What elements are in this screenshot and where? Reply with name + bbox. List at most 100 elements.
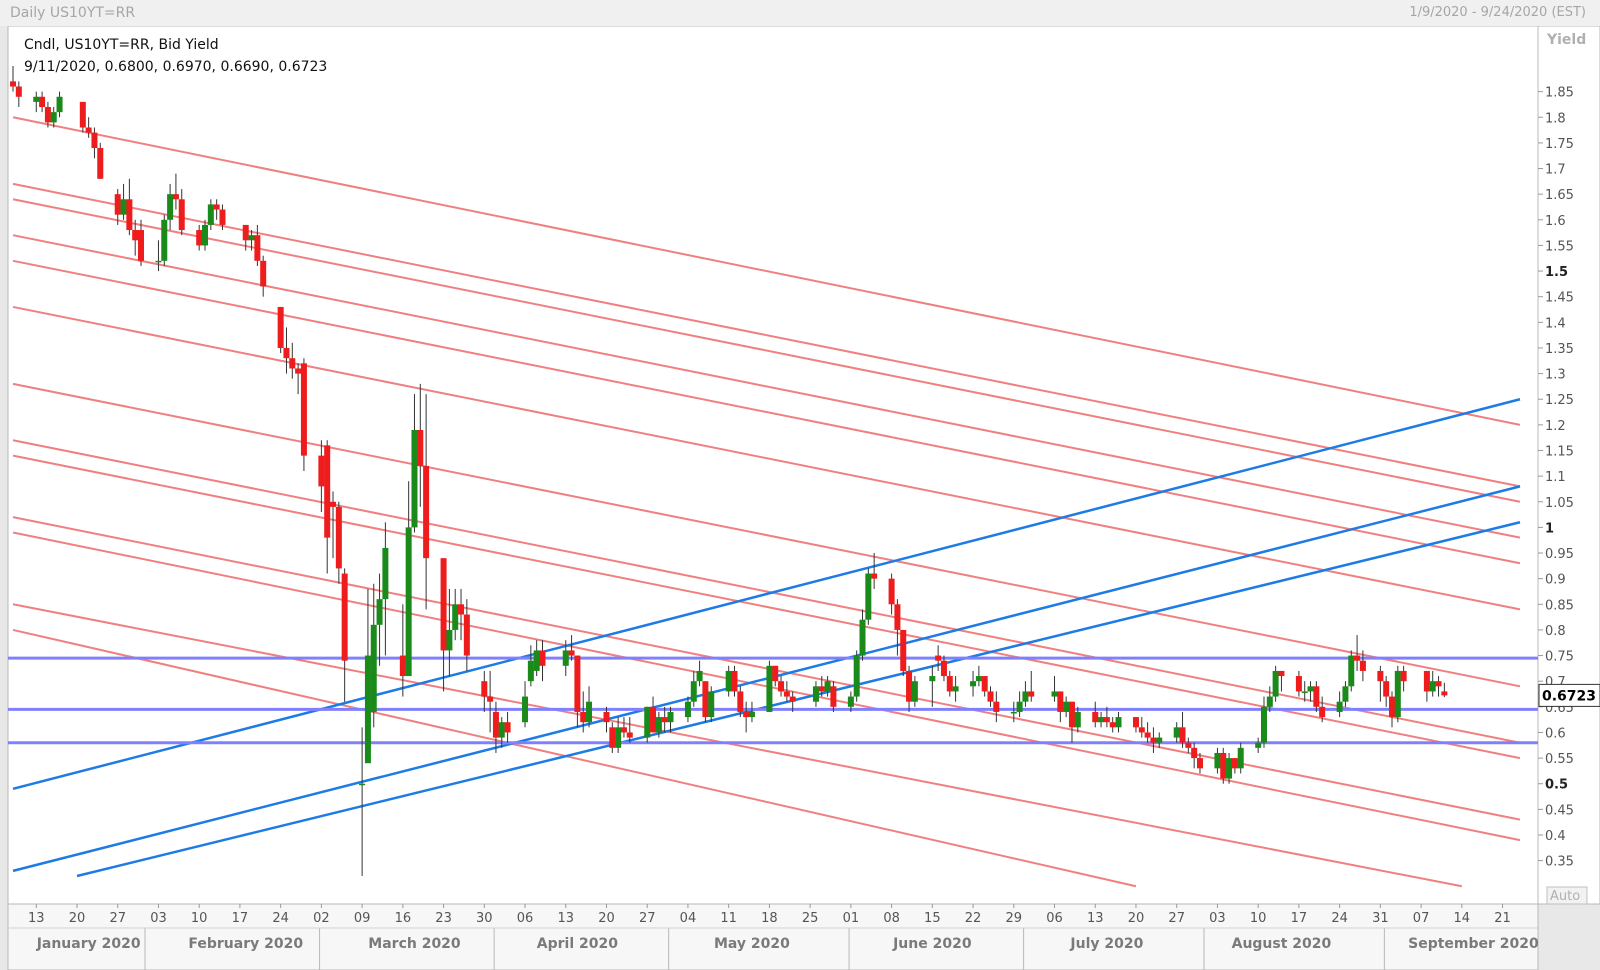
candle-up bbox=[1016, 701, 1023, 712]
candle-up bbox=[1156, 737, 1163, 743]
candle-down bbox=[1319, 706, 1326, 718]
candle-up bbox=[382, 547, 389, 600]
month-label: March 2020 bbox=[368, 936, 461, 952]
candle-down bbox=[906, 670, 913, 702]
month-label: August 2020 bbox=[1232, 936, 1332, 952]
candle-up bbox=[359, 783, 366, 786]
y-tick-label: 1.25 bbox=[1545, 393, 1574, 408]
x-tick-label: 20 bbox=[69, 911, 86, 926]
y-tick-label: 1.05 bbox=[1545, 496, 1574, 511]
candle-down bbox=[1057, 691, 1064, 712]
candle-down bbox=[15, 86, 22, 97]
candle-down bbox=[10, 81, 16, 87]
candle-down bbox=[783, 691, 790, 697]
candle-down bbox=[463, 614, 470, 656]
candle-down bbox=[440, 558, 447, 651]
candle-up bbox=[248, 235, 255, 241]
candle-up bbox=[56, 96, 63, 113]
x-tick-label: 27 bbox=[109, 911, 126, 926]
x-tick-label: 08 bbox=[883, 911, 900, 926]
y-tick-label: 0.35 bbox=[1545, 855, 1574, 870]
candle-down bbox=[85, 127, 92, 133]
y-tick-label: 0.55 bbox=[1545, 752, 1574, 767]
x-tick-label: 16 bbox=[395, 911, 412, 926]
y-tick-label: 0.5 bbox=[1545, 778, 1568, 793]
y-tick-label: 1.3 bbox=[1545, 368, 1566, 383]
candle-down bbox=[603, 711, 610, 723]
candle-down bbox=[743, 711, 750, 718]
x-tick-label: 23 bbox=[435, 911, 452, 926]
candle-down bbox=[458, 604, 465, 615]
x-tick-label: 13 bbox=[28, 911, 45, 926]
x-tick-label: 30 bbox=[476, 911, 493, 926]
candle-down bbox=[1295, 676, 1302, 692]
candle-down bbox=[242, 224, 249, 241]
candle-down bbox=[417, 429, 424, 466]
y-axis-panel[interactable] bbox=[1537, 26, 1600, 905]
candle-down bbox=[1383, 681, 1390, 697]
x-tick-label: 11 bbox=[720, 911, 737, 926]
candle-up bbox=[667, 711, 674, 723]
y-tick-label: 1.4 bbox=[1545, 316, 1566, 331]
x-tick-label: 27 bbox=[639, 911, 656, 926]
candle-up bbox=[586, 701, 593, 723]
candle-up bbox=[1348, 655, 1355, 687]
candle-down bbox=[620, 727, 627, 733]
candle-down bbox=[946, 676, 953, 692]
candle-down bbox=[580, 711, 587, 723]
auto-scale-button[interactable]: Auto bbox=[1546, 886, 1588, 905]
candle-down bbox=[341, 573, 348, 661]
candle-down bbox=[1191, 747, 1198, 759]
candle-down bbox=[1109, 722, 1116, 728]
candle-up bbox=[452, 604, 459, 630]
y-tick-label: 0.45 bbox=[1545, 803, 1574, 818]
candle-down bbox=[778, 681, 785, 692]
y-tick-label: 1.75 bbox=[1545, 137, 1574, 152]
candle-down bbox=[1196, 758, 1203, 769]
x-tick-label: 27 bbox=[1168, 911, 1185, 926]
candle-down bbox=[1354, 655, 1361, 661]
candle-up bbox=[911, 681, 918, 702]
candle-down bbox=[830, 686, 837, 707]
candle-down bbox=[1092, 711, 1099, 723]
candle-up bbox=[522, 696, 529, 723]
candle-up bbox=[690, 681, 697, 702]
candle-up bbox=[865, 573, 872, 620]
chart-title-bar: Daily US10YT=RR 1/9/2020 - 9/24/2020 (ES… bbox=[0, 0, 1600, 27]
candle-up bbox=[1336, 701, 1343, 712]
candle-down bbox=[1179, 727, 1186, 743]
y-tick-label: 1.65 bbox=[1545, 188, 1574, 203]
candle-up bbox=[766, 665, 773, 712]
candle-down bbox=[650, 706, 657, 733]
x-tick-label: 20 bbox=[598, 911, 615, 926]
candle-up bbox=[370, 624, 377, 712]
x-tick-label: 20 bbox=[1128, 911, 1145, 926]
candle-up bbox=[1237, 747, 1244, 769]
candle-down bbox=[1313, 686, 1320, 707]
candle-down bbox=[1359, 660, 1366, 671]
x-tick-label: 29 bbox=[1006, 911, 1023, 926]
candle-down bbox=[318, 455, 325, 487]
candle-down bbox=[178, 199, 185, 231]
candle-up bbox=[812, 686, 819, 702]
candle-up bbox=[1173, 727, 1180, 738]
x-tick-label: 18 bbox=[761, 911, 778, 926]
x-tick-label: 02 bbox=[313, 911, 330, 926]
auto-button-label[interactable]: Auto bbox=[1550, 889, 1580, 904]
y-tick-label: 0.85 bbox=[1545, 598, 1574, 613]
y-tick-label: 0.4 bbox=[1545, 829, 1566, 844]
candle-down bbox=[1138, 727, 1145, 733]
y-tick-label: 0.9 bbox=[1545, 573, 1566, 588]
candle-down bbox=[935, 655, 942, 661]
candle-up bbox=[859, 619, 866, 656]
x-tick-label: 24 bbox=[272, 911, 289, 926]
candle-up bbox=[446, 629, 453, 651]
chart-area[interactable]: 0.350.40.450.50.550.60.650.70.750.80.850… bbox=[0, 26, 1600, 970]
x-tick-label: 24 bbox=[1331, 911, 1348, 926]
candle-down bbox=[900, 629, 907, 671]
candle-down bbox=[44, 107, 51, 123]
candle-up bbox=[655, 717, 662, 733]
y-tick-label: 1.35 bbox=[1545, 342, 1574, 357]
candle-down bbox=[277, 306, 284, 348]
candle-up bbox=[970, 681, 977, 687]
